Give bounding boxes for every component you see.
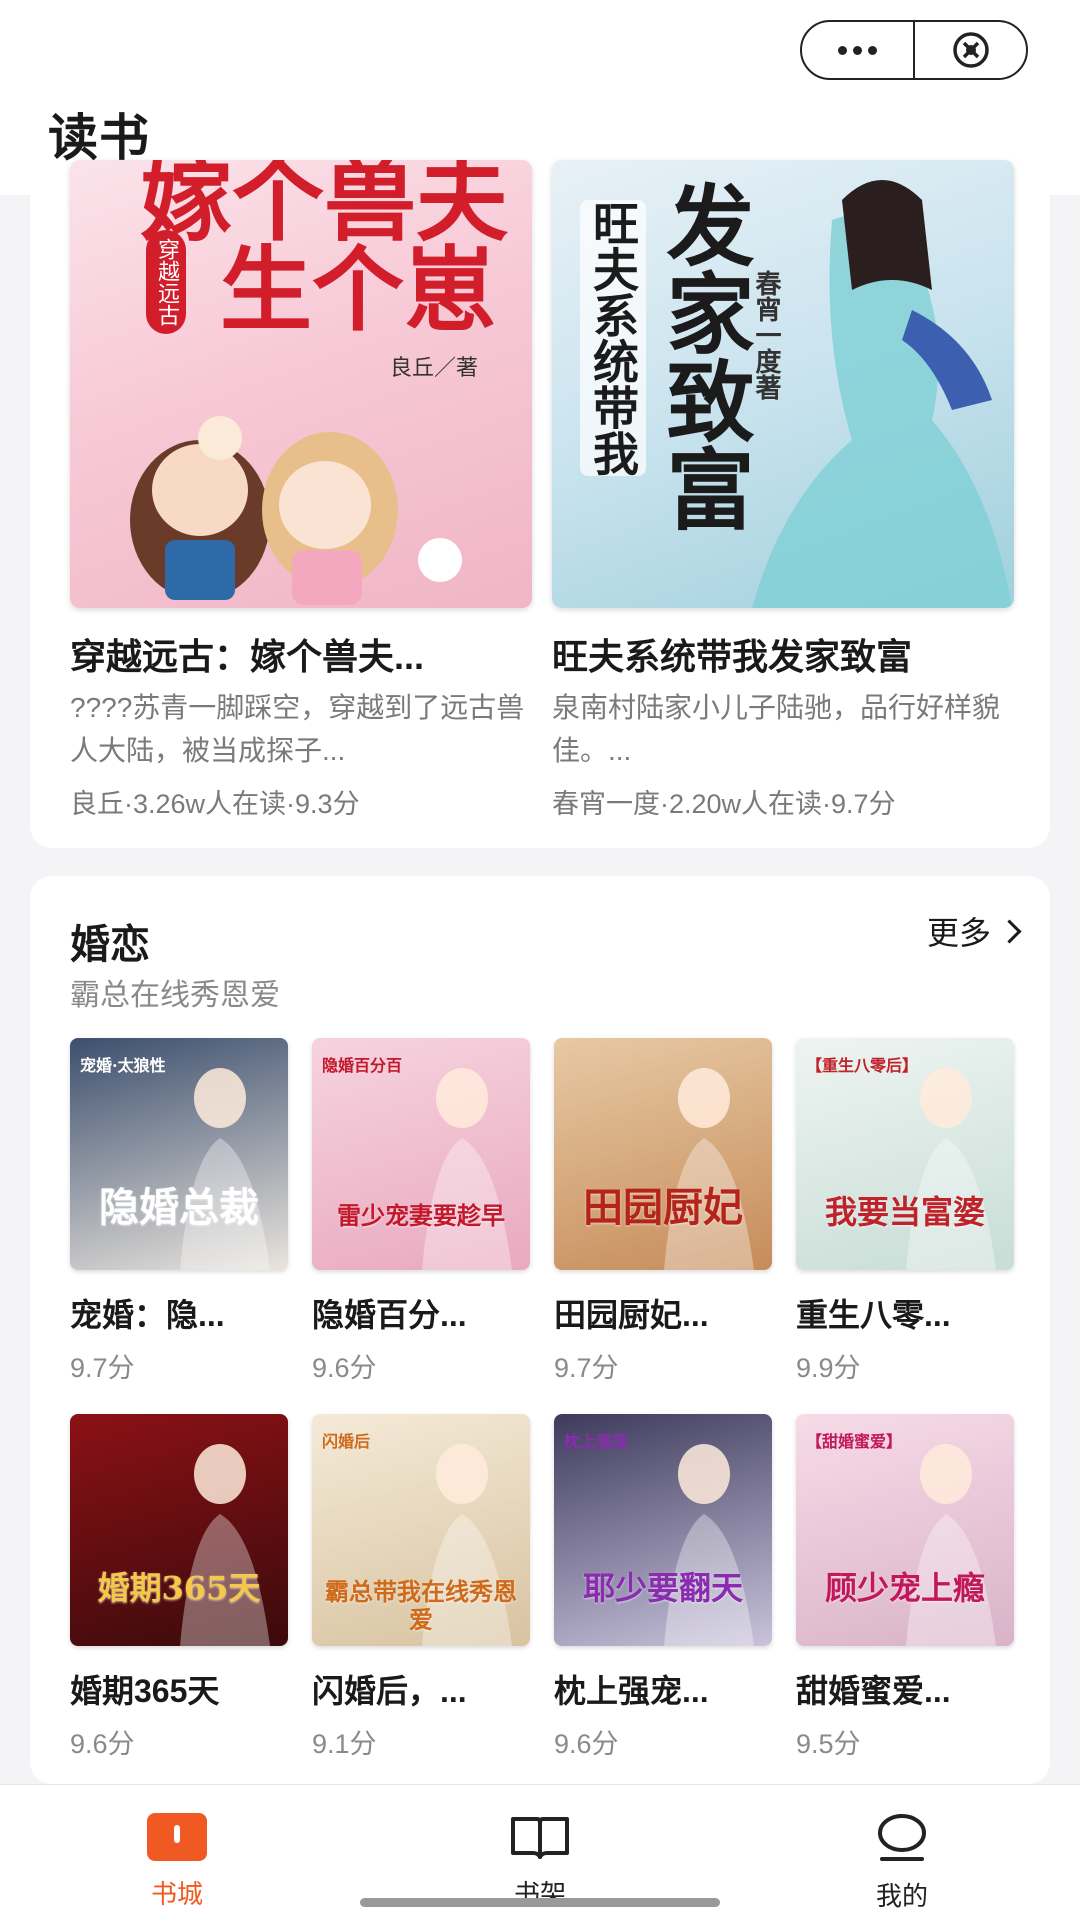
cover-subtitle: 【重生八零后】 [806, 1056, 919, 1075]
book-cover[interactable]: 【甜婚蜜爱】顾少宠上瘾 [796, 1414, 1014, 1646]
cover-title: 我要当富婆 [824, 1193, 985, 1231]
cover-title: 发家致富 [652, 180, 756, 532]
book-score: 9.9分 [796, 1353, 861, 1383]
book-score: 9.6分 [554, 1729, 619, 1759]
book-item[interactable]: 【重生八零后】我要当富婆重生八零... 9.9分 [796, 1038, 1014, 1385]
book-item[interactable]: 隐婚百分百雷少宠妻要趁早隐婚百分... 9.6分 [312, 1038, 530, 1385]
book-score: 9.5分 [796, 1729, 861, 1759]
cover-illustration [180, 1444, 270, 1646]
book-cover[interactable]: 枕上强宠耶少要翻天 [554, 1414, 772, 1646]
romance-section: 婚恋 霸总在线秀恩爱 更多 宠婚·太狼性 隐婚总裁 宠婚：隐... 9.7分 隐婚百分百… [30, 876, 1050, 1784]
book-item[interactable]: 宠婚·太狼性隐婚总裁宠婚：隐... 9.7分 [70, 1038, 288, 1385]
close-circle-icon [952, 32, 989, 68]
featured-meta-2: 春宵一度·2.20w人在读·9.7分 [552, 789, 896, 819]
cover-illustration [664, 1068, 754, 1270]
featured-cover-1[interactable]: 嫁个兽夫 生个崽 穿越远古 良丘／著 [70, 160, 532, 608]
book-title: 闪婚后，... [312, 1673, 467, 1709]
tab-label: 书城 [150, 1879, 203, 1909]
cover-subtitle: 宠婚·太狼性 [80, 1056, 166, 1075]
cover-title-line2: 生个崽 [220, 236, 497, 344]
featured-desc-2: 泉南村陆家小儿子陆驰，品行好样貌佳。... [552, 692, 1001, 766]
book-title: 田园厨妃... [554, 1297, 709, 1333]
book-title: 枕上强宠... [554, 1673, 709, 1709]
tab-profile[interactable]: 我的 [842, 1813, 962, 1913]
more-button[interactable]: 更多 [926, 908, 1022, 954]
cover-title: 隐婚总裁 [99, 1184, 259, 1231]
book-cover[interactable]: 隐婚百分百雷少宠妻要趁早 [312, 1038, 530, 1270]
cover-subtitle: 【甜婚蜜爱】 [806, 1432, 903, 1451]
cover-title: 田园厨妃 [583, 1184, 743, 1231]
cover-title: 顾少宠上瘾 [824, 1569, 985, 1607]
book-score: 9.6分 [312, 1353, 377, 1383]
book-item[interactable]: 闪婚后霸总带我在线秀恩爱闪婚后，... 9.1分 [312, 1414, 530, 1761]
tab-label: 我的 [875, 1881, 928, 1911]
book-title: 婚期365天 [70, 1673, 220, 1709]
book-score: 9.7分 [70, 1353, 135, 1383]
book-cover[interactable]: 田园厨妃 [554, 1038, 772, 1270]
cover-subtitle: 闪婚后 [322, 1432, 371, 1451]
section-title: 婚恋 [70, 923, 150, 967]
mini-program-capsule [800, 20, 1028, 80]
book-cover[interactable]: 宠婚·太狼性隐婚总裁 [70, 1038, 288, 1270]
book-cover[interactable]: 【重生八零后】我要当富婆 [796, 1038, 1014, 1270]
close-button[interactable] [915, 22, 1026, 78]
featured-card: 嫁个兽夫 生个崽 穿越远古 良丘／著 穿越远古：嫁个兽夫... ????苏青一脚… [30, 160, 1050, 848]
book-item[interactable]: 田园厨妃田园厨妃... 9.7分 [554, 1038, 772, 1385]
cover-tag: 旺夫系统带我 [580, 200, 646, 476]
book-item[interactable]: 婚期365天 婚期365天 9.6分 [70, 1414, 288, 1761]
cover-title: 耶少要翻天 [582, 1569, 743, 1607]
bookshelf-icon [511, 1817, 569, 1859]
cover-title: 婚期365天 [97, 1569, 261, 1607]
book-item[interactable]: 枕上强宠耶少要翻天枕上强宠... 9.6分 [554, 1414, 772, 1761]
cover-title: 雷少宠妻要趁早 [337, 1201, 505, 1230]
more-label: 更多 [926, 915, 991, 951]
book-title: 甜婚蜜爱... [796, 1673, 951, 1709]
cover-author: 春宵一度著 [751, 270, 781, 400]
more-dots-icon [838, 45, 877, 55]
cover-tag: 穿越远古 [146, 230, 186, 334]
more-menu-button[interactable] [802, 22, 913, 78]
featured-title-1[interactable]: 穿越远古：嫁个兽夫... [70, 628, 532, 680]
cover-author: 良丘／著 [390, 356, 479, 381]
featured-cover-2[interactable]: 发家致富 旺夫系统带我 春宵一度著 [552, 160, 1014, 608]
cover-title: 霸总带我在线秀恩爱 [325, 1577, 517, 1634]
chevron-right-icon [997, 918, 1022, 944]
book-title: 宠婚：隐... [70, 1297, 225, 1333]
book-item[interactable]: 【甜婚蜜爱】顾少宠上瘾甜婚蜜爱... 9.5分 [796, 1414, 1014, 1761]
featured-meta-1: 良丘·3.26w人在读·9.3分 [70, 789, 360, 819]
tab-bookstore[interactable]: 书城 [117, 1813, 237, 1911]
book-cover[interactable]: 闪婚后霸总带我在线秀恩爱 [312, 1414, 530, 1646]
section-subtitle: 霸总在线秀恩爱 [70, 979, 280, 1012]
book-score: 9.6分 [70, 1729, 135, 1759]
cover-subtitle: 枕上强宠 [564, 1432, 629, 1451]
bookstore-icon [147, 1813, 207, 1861]
home-indicator [360, 1898, 720, 1907]
book-cover[interactable]: 婚期365天 [70, 1414, 288, 1646]
profile-icon [878, 1814, 926, 1861]
book-score: 9.7分 [554, 1353, 619, 1383]
book-title: 隐婚百分... [312, 1297, 467, 1333]
book-score: 9.1分 [312, 1729, 377, 1759]
featured-title-2[interactable]: 旺夫系统带我发家致富 [552, 628, 1014, 680]
cover-subtitle: 隐婚百分百 [322, 1056, 403, 1075]
featured-desc-1: ????苏青一脚踩空，穿越到了远古兽人大陆，被当成探子... [70, 692, 525, 766]
tab-bookshelf[interactable]: 书架 [480, 1813, 600, 1911]
book-title: 重生八零... [796, 1297, 951, 1333]
